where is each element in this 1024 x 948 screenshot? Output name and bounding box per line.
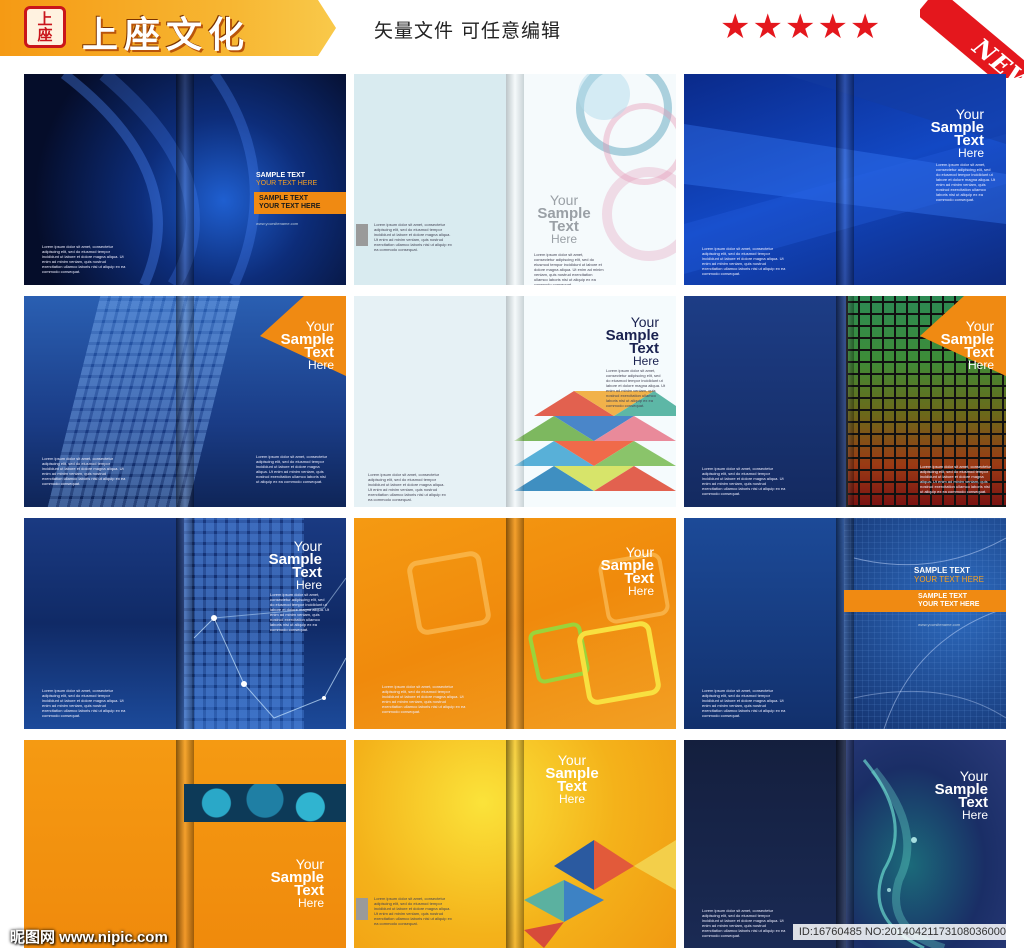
your-sample-text-title: Your Sample Text Here	[934, 768, 988, 822]
grey-marker	[356, 224, 368, 246]
cover-orange-squares: Your Sample Text Here Lorem ipsum dolor …	[354, 518, 676, 729]
rating-stars: ★★★★★	[720, 8, 883, 46]
body-copy: Lorem ipsum dolor sit amet, consectetur …	[936, 162, 996, 202]
book-spine	[506, 74, 524, 285]
title-block: SAMPLE TEXT YOUR TEXT HERE	[256, 172, 318, 187]
book-spine	[836, 518, 854, 729]
image-id-label: ID:16760485 NO:20140421173108036000	[792, 924, 1012, 940]
body-copy: Lorem ipsum dolor sit amet, consectetur …	[702, 246, 786, 276]
your-sample-text-title: Your Sample Text Here	[940, 318, 994, 372]
tagline: 矢量文件 可任意编辑	[374, 20, 562, 42]
footer-watermark: 昵图网 www.nipic.com ID:16760485 NO:2014042…	[0, 918, 1024, 948]
book-spine	[836, 74, 854, 285]
circle-strip	[184, 784, 346, 822]
your-sample-text-title: Your Sample Text Here	[545, 752, 599, 806]
cover-light-circles: Lorem ipsum dolor sit amet, consectetur …	[354, 74, 676, 285]
brand-banner: 上 座 上座文化	[0, 0, 336, 56]
cover-blue-geometric: Lorem ipsum dolor sit amet, consectetur …	[684, 74, 1006, 285]
book-spine	[506, 296, 524, 507]
your-sample-text-title: Your Sample Text Here	[605, 314, 659, 368]
your-sample-text-title: Your Sample Text Here	[270, 856, 324, 910]
cover-orange-circle-band: Your Sample Text Here	[24, 740, 346, 948]
cover-dark-teal-wave: Your Sample Text Here Lorem ipsum dolor …	[684, 740, 1006, 948]
body-copy: Lorem ipsum dolor sit amet, consectetur …	[270, 592, 330, 632]
website-text: www.yoursitename.com	[918, 622, 961, 627]
your-sample-text-title: Your Sample Text Here	[268, 538, 322, 592]
cover-dark-color-mosaic: Your Sample Text Here Lorem ipsum dolor …	[684, 296, 1006, 507]
your-sample-text-title: Your Sample Text Here	[600, 544, 654, 598]
brand-name: 上座文化	[82, 14, 251, 56]
body-copy: Lorem ipsum dolor sit amet, consectetur …	[42, 244, 126, 274]
body-copy: Lorem ipsum dolor sit amet, consectetur …	[42, 456, 126, 486]
cover-blue-globe: SAMPLE TEXT YOUR TEXT HERE SAMPLE TEXT Y…	[684, 518, 1006, 729]
book-spine	[836, 740, 854, 948]
body-copy: Lorem ipsum dolor sit amet, consectetur …	[256, 454, 328, 484]
cover-grid: Lorem ipsum dolor sit amet, consectetur …	[24, 74, 1006, 948]
cover-yellow-triangle-ribbon: Your Sample Text Here Lorem ipsum dolor …	[354, 740, 676, 948]
orange-title-band: SAMPLE TEXT YOUR TEXT HERE	[844, 590, 1006, 612]
book-spine	[506, 740, 524, 948]
new-ribbon: NEW	[920, 0, 1024, 78]
your-sample-text-title: Your Sample Text Here	[280, 318, 334, 372]
body-copy: Lorem ipsum dolor sit amet, consectetur …	[42, 688, 126, 718]
your-sample-text-title: Your Sample Text Here	[930, 106, 984, 160]
website-text: www.yoursitename.com	[256, 221, 299, 226]
cover-light-triangles: Your Sample Text Here Lorem ipsum dolor …	[354, 296, 676, 507]
body-copy: Lorem ipsum dolor sit amet, consectetur …	[606, 368, 666, 408]
body-copy: Lorem ipsum dolor sit amet, consectetur …	[702, 466, 786, 496]
orange-title-band: SAMPLE TEXT YOUR TEXT HERE	[254, 192, 346, 214]
brand-seal-logo: 上 座	[24, 6, 66, 48]
cover-blue-network: Your Sample Text Here Lorem ipsum dolor …	[24, 518, 346, 729]
cover-blue-pixel-squares: Your Sample Text Here Lorem ipsum dolor …	[24, 296, 346, 507]
body-copy: Lorem ipsum dolor sit amet, consectetur …	[920, 464, 992, 494]
book-spine	[176, 74, 194, 285]
book-spine	[176, 518, 194, 729]
site-watermark: 昵图网 www.nipic.com	[10, 929, 168, 946]
body-copy: Lorem ipsum dolor sit amet, consectetur …	[368, 472, 446, 502]
your-sample-text-title: Your Sample Text Here	[537, 192, 591, 246]
body-copy: Lorem ipsum dolor sit amet, consectetur …	[374, 222, 452, 252]
title-block: SAMPLE TEXT YOUR TEXT HERE	[914, 566, 984, 584]
book-spine	[506, 518, 524, 729]
new-label: NEW	[967, 31, 1024, 78]
book-spine	[176, 740, 194, 948]
top-banner: 上 座 上座文化 矢量文件 可任意编辑 ★★★★★ NEW	[0, 0, 1024, 78]
body-copy: Lorem ipsum dolor sit amet, consectetur …	[534, 252, 604, 285]
grey-marker	[356, 898, 368, 920]
body-copy: Lorem ipsum dolor sit amet, consectetur …	[702, 688, 786, 718]
cover-dark-blue-curves: Lorem ipsum dolor sit amet, consectetur …	[24, 74, 346, 285]
body-copy: Lorem ipsum dolor sit amet, consectetur …	[382, 684, 466, 714]
